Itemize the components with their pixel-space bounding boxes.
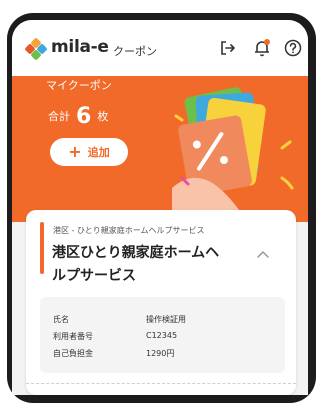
detail-label: 利用者番号	[53, 332, 93, 341]
detail-label: 氏名	[53, 315, 69, 324]
chevron-up-icon[interactable]	[257, 250, 269, 258]
coupon-title: 港区ひとり親家庭ホームヘルプサービス	[52, 245, 220, 284]
total-unit: 枚	[97, 110, 109, 123]
coupon-card-accent	[40, 222, 44, 274]
add-coupon-label: 追加	[87, 146, 110, 159]
total-count: 6	[76, 104, 92, 129]
detail-value: C12345	[146, 331, 178, 340]
coupon-total: 合計 6 枚	[48, 104, 108, 129]
add-coupon-button[interactable]: + 追加	[50, 138, 128, 166]
my-coupon-title: マイクーポン	[46, 79, 112, 92]
plus-icon: +	[68, 142, 82, 161]
detail-value: 1290円	[146, 349, 175, 358]
detail-value: 操作検証用	[146, 315, 186, 324]
coupon-category: 港区 - ひとり親家庭ホームヘルプサービス	[53, 226, 205, 235]
card-divider	[26, 383, 296, 384]
total-prefix: 合計	[48, 110, 70, 123]
detail-label: 自己負担金	[53, 349, 93, 358]
